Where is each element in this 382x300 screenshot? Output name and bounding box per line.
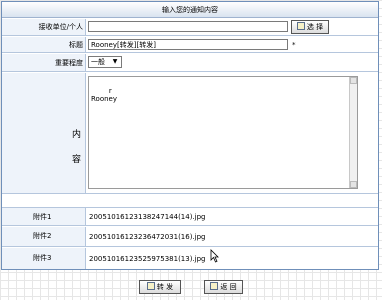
importance-select[interactable]: 一般 ▼ xyxy=(88,56,122,68)
attachment-cell: 20051016123236472031(16).jpg xyxy=(87,227,378,246)
attachment-row: 附件1 20051016123138247144(14).jpg xyxy=(2,207,378,226)
recipient-cell: 选 择 xyxy=(87,19,378,35)
select-recipient-button[interactable]: 选 择 xyxy=(291,20,329,34)
attachment-label: 附件3 xyxy=(2,248,86,269)
content-label-1: 内 xyxy=(71,130,81,140)
attachment-row: 附件2 20051016123236472031(16).jpg xyxy=(2,227,378,247)
attachment-link[interactable]: 20051016123138247144(14).jpg xyxy=(89,213,206,221)
subject-row: 标题 * xyxy=(2,37,378,53)
forward-button-label: 转 发 xyxy=(156,283,174,291)
attachment-cell: 20051016123525975381(13).jpg xyxy=(87,248,378,269)
subject-input[interactable] xyxy=(88,39,288,50)
attachment-label: 附件2 xyxy=(2,227,86,246)
recipient-input[interactable] xyxy=(88,21,288,32)
chevron-down-icon: ▼ xyxy=(112,58,118,65)
content-text: r Rooney xyxy=(91,87,118,103)
forward-icon xyxy=(146,282,155,290)
importance-row: 重要程度 一般 ▼ xyxy=(2,54,378,72)
attachment-link[interactable]: 20051016123236472031(16).jpg xyxy=(89,233,206,241)
content-textarea[interactable]: r Rooney xyxy=(88,76,358,189)
importance-label: 重要程度 xyxy=(2,54,86,71)
attachment-cell: 20051016123138247144(14).jpg xyxy=(87,208,378,225)
back-icon xyxy=(210,282,219,290)
subject-cell: * xyxy=(87,37,378,52)
notice-form-panel: 输入您的通知内容 接收单位/个人 选 择 标题 * 重要程度 一般 ▼ 内 xyxy=(1,1,379,270)
back-button-label: 返 回 xyxy=(220,283,237,291)
content-label-2: 容 xyxy=(71,155,81,165)
forward-button[interactable]: 转 发 xyxy=(139,280,181,294)
subject-label: 标题 xyxy=(2,37,86,52)
recipient-row: 接收单位/个人 选 择 xyxy=(2,19,378,36)
select-icon xyxy=(296,22,305,30)
select-button-label: 选 择 xyxy=(306,23,324,31)
scroll-up-arrow-icon[interactable] xyxy=(350,77,357,84)
back-button[interactable]: 返 回 xyxy=(204,280,243,294)
content-label-cell: 内 容 xyxy=(2,73,86,193)
content-scrollbar[interactable] xyxy=(349,77,357,188)
content-row: 内 容 r Rooney xyxy=(2,73,378,194)
content-cell: r Rooney xyxy=(87,73,378,193)
attachment-label: 附件1 xyxy=(2,208,86,225)
attachment-row: 附件3 20051016123525975381(13).jpg xyxy=(2,248,378,269)
mouse-cursor-icon xyxy=(210,249,219,263)
recipient-label: 接收单位/个人 xyxy=(2,19,86,35)
importance-selected-value: 一般 xyxy=(91,58,105,66)
form-title: 输入您的通知内容 xyxy=(2,2,378,18)
importance-cell: 一般 ▼ xyxy=(87,54,378,71)
required-mark: * xyxy=(292,41,296,49)
scroll-down-arrow-icon[interactable] xyxy=(350,181,357,188)
attachment-link[interactable]: 20051016123525975381(13).jpg xyxy=(89,255,206,263)
